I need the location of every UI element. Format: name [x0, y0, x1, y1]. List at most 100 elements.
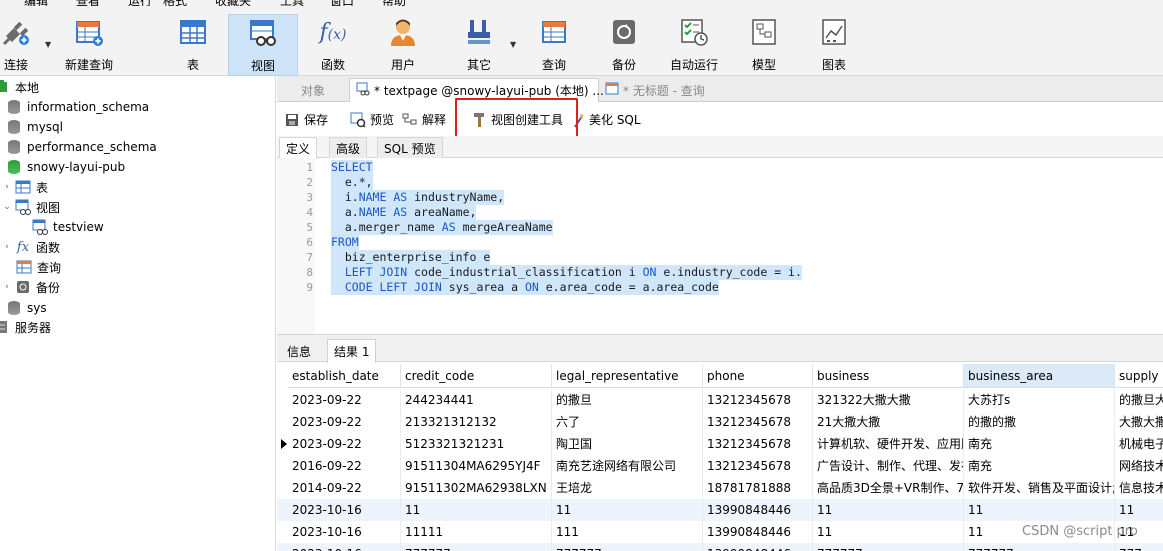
table-row[interactable]: 2023-10-16777777777777139908484467777777…	[277, 543, 1163, 551]
column-header-credit-code[interactable]: credit_code	[401, 364, 552, 388]
table-cell[interactable]: 南充	[964, 433, 1115, 455]
table-cell[interactable]: 91511304MA6295YJ4F	[401, 455, 552, 477]
table-cell[interactable]: 21大撒大撒	[813, 411, 964, 433]
table-cell[interactable]: 软件开发、销售及平面设计;	[964, 477, 1115, 499]
table-cell[interactable]: 13212345678	[703, 411, 813, 433]
sidebar-item-mysql[interactable]: mysql	[6, 117, 63, 137]
table-row[interactable]: 2016-09-22 91511304MA6295YJ4F 南充艺途网络有限公司 13…	[277, 455, 1163, 477]
table-cell[interactable]: 18781781888	[703, 477, 813, 499]
table-cell[interactable]: 13990848446	[703, 521, 813, 543]
table-cell[interactable]: 网络技术	[1115, 455, 1163, 477]
table-cell[interactable]: 111	[552, 521, 703, 543]
table-cell[interactable]: 2023-09-22	[288, 433, 401, 455]
table-row[interactable]: 2023-09-22 213321312132 六了 13212345678 21大撒大…	[277, 411, 1163, 433]
table-cell[interactable]: 213321312132	[401, 411, 552, 433]
column-header-business[interactable]: business	[813, 364, 964, 388]
table-cell[interactable]: 机械电子	[1115, 433, 1163, 455]
sidebar-item-functions[interactable]: › fx 函数	[2, 237, 60, 257]
tab-result-1[interactable]: 结果 1	[327, 339, 377, 363]
chevron-right-icon[interactable]: ›	[2, 282, 12, 292]
sidebar-item-sys[interactable]: sys	[6, 298, 47, 318]
table-cell[interactable]: 的撒旦大	[1115, 389, 1163, 411]
table-cell[interactable]: 的撒的撒	[964, 411, 1115, 433]
table-cell[interactable]: 南充	[964, 455, 1115, 477]
tab-objects[interactable]: 对象	[295, 78, 331, 102]
table-row[interactable]: 2023-10-16 11 11 13990848446 11 11 11	[277, 499, 1163, 521]
table-cell[interactable]: 2023-09-22	[288, 389, 401, 411]
table-cell[interactable]: 11	[401, 499, 552, 521]
chevron-down-icon[interactable]: ⌄	[2, 202, 12, 212]
table-cell[interactable]: 广告设计、制作、代理、发布	[813, 455, 964, 477]
table-cell[interactable]: 321322大撒大撒	[813, 389, 964, 411]
table-cell[interactable]: 11	[813, 499, 964, 521]
table-cell[interactable]: 777	[1115, 543, 1163, 551]
table-cell[interactable]: 11	[1115, 499, 1163, 521]
connect-button[interactable]: 连接	[0, 14, 36, 76]
connect-dropdown-icon[interactable]: ▼	[45, 40, 51, 49]
table-cell[interactable]: 2014-09-22	[288, 477, 401, 499]
table-cell[interactable]: 2023-10-16	[288, 499, 401, 521]
table-cell[interactable]: 11	[813, 521, 964, 543]
result-grid[interactable]: establish_date credit_code legal_represent…	[277, 364, 1163, 551]
table-cell[interactable]: 13990848446	[703, 543, 813, 551]
sql-editor[interactable]: 1 2 3 4 5 6 7 8 9 SELECT e.*, i.NAME AS industry…	[277, 158, 1163, 334]
view-button[interactable]: 视图	[228, 14, 298, 76]
table-cell[interactable]: 13990848446	[703, 499, 813, 521]
other-dropdown-icon[interactable]: ▼	[510, 40, 516, 49]
table-cell[interactable]: 2023-09-22	[288, 411, 401, 433]
sidebar-item-testview[interactable]: testview	[32, 217, 104, 237]
sidebar-item-information-schema[interactable]: information_schema	[6, 97, 149, 117]
tab-sql-preview[interactable]: SQL 预览	[377, 137, 443, 158]
new-query-button[interactable]: 新建查询	[60, 14, 118, 76]
column-header-establish-date[interactable]: establish_date	[288, 364, 401, 388]
save-button[interactable]: 保存	[284, 111, 328, 128]
explain-button[interactable]: 解释	[402, 111, 446, 128]
auto-run-button[interactable]: 自动运行	[666, 14, 722, 76]
table-cell[interactable]: 计算机软、硬件开发、应用服	[813, 433, 964, 455]
table-cell[interactable]: 大撒大撒	[1115, 411, 1163, 433]
table-cell[interactable]: 的撒旦	[552, 389, 703, 411]
table-cell[interactable]: 5123321321231	[401, 433, 552, 455]
table-cell[interactable]: 777777	[552, 543, 703, 551]
backup-button[interactable]: 备份	[600, 14, 648, 76]
table-cell[interactable]: 777777	[964, 543, 1115, 551]
tab-untitled-query[interactable]: * 无标题 - 查询	[599, 78, 711, 102]
function-button[interactable]: f(x) 函数	[306, 14, 360, 76]
table-cell[interactable]: 高品质3D全景+VR制作、720	[813, 477, 964, 499]
table-cell[interactable]: 777777	[401, 543, 552, 551]
table-cell[interactable]: 王培龙	[552, 477, 703, 499]
table-cell[interactable]: 13212345678	[703, 455, 813, 477]
sidebar-item-views[interactable]: ⌄ 视图	[2, 197, 60, 217]
table-row[interactable]: 2014-09-22 91511302MA62938LXN 王培龙 187817818…	[277, 477, 1163, 499]
table-cell[interactable]: 11111	[401, 521, 552, 543]
tab-advanced[interactable]: 高级	[329, 137, 368, 158]
chevron-right-icon[interactable]: ›	[2, 242, 12, 252]
sidebar-item-tables[interactable]: › 表	[2, 177, 48, 197]
table-cell[interactable]: 六了	[552, 411, 703, 433]
column-header-supply[interactable]: supply	[1115, 364, 1163, 388]
table-cell[interactable]: 2023-10-16	[288, 543, 401, 551]
table-cell[interactable]: 91511302MA62938LXN	[401, 477, 552, 499]
preview-button[interactable]: 预览	[350, 111, 394, 128]
other-button[interactable]: 其它	[454, 14, 504, 76]
chevron-right-icon[interactable]: ›	[2, 182, 12, 192]
sidebar-item-performance-schema[interactable]: performance_schema	[6, 137, 157, 157]
chart-button[interactable]: 图表	[810, 14, 858, 76]
sidebar-item-local[interactable]: 本地	[0, 77, 39, 97]
tab-info[interactable]: 信息	[281, 339, 317, 363]
table-cell[interactable]: 大苏打s	[964, 389, 1115, 411]
table-cell[interactable]: 信息技术	[1115, 477, 1163, 499]
table-cell[interactable]: 11	[964, 499, 1115, 521]
sidebar-item-queries[interactable]: 查询	[16, 257, 61, 277]
beautify-sql-button[interactable]: 美化 SQL	[573, 111, 641, 128]
table-cell[interactable]: 11	[552, 499, 703, 521]
table-cell[interactable]: 2016-09-22	[288, 455, 401, 477]
table-cell[interactable]: 13212345678	[703, 433, 813, 455]
user-button[interactable]: 用户	[378, 14, 428, 76]
table-cell[interactable]: 陶卫国	[552, 433, 703, 455]
column-header-legal-representative[interactable]: legal_representative	[552, 364, 703, 388]
table-cell[interactable]: 南充艺途网络有限公司	[552, 455, 703, 477]
sidebar-item-snowy-layui-pub[interactable]: snowy-layui-pub	[6, 157, 125, 177]
tab-define[interactable]: 定义	[279, 137, 318, 158]
query-button[interactable]: 查询	[530, 14, 578, 76]
